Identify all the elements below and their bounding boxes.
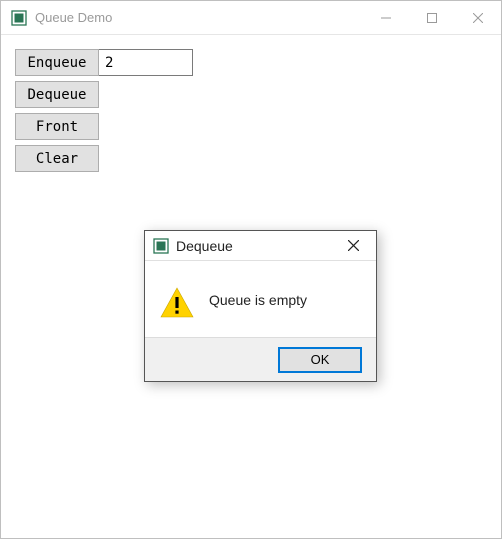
dialog-close-button[interactable] [336,234,370,258]
dialog-ok-button[interactable]: OK [278,347,362,373]
maximize-button[interactable] [409,1,455,34]
dialog-message: Queue is empty [209,292,307,314]
warning-icon [159,285,195,321]
dialog-app-icon [153,238,169,254]
dequeue-button[interactable]: Dequeue [15,81,99,108]
titlebar: Queue Demo [1,1,501,35]
main-window: Queue Demo Enqueue Dequeue [0,0,502,539]
enqueue-input[interactable] [99,49,193,76]
message-dialog: Dequeue Queue is empty [144,230,377,382]
dialog-title: Dequeue [176,238,233,254]
dialog-body: Queue is empty [145,261,376,337]
window-title: Queue Demo [35,10,112,25]
minimize-button[interactable] [363,1,409,34]
app-icon [11,10,27,26]
client-area: Enqueue Dequeue Front Clear Dequeue [1,35,501,538]
enqueue-button[interactable]: Enqueue [15,49,99,76]
window-controls [363,1,501,34]
front-button[interactable]: Front [15,113,99,140]
close-button[interactable] [455,1,501,34]
dialog-titlebar: Dequeue [145,231,376,261]
dialog-footer: OK [145,337,376,381]
clear-button[interactable]: Clear [15,145,99,172]
